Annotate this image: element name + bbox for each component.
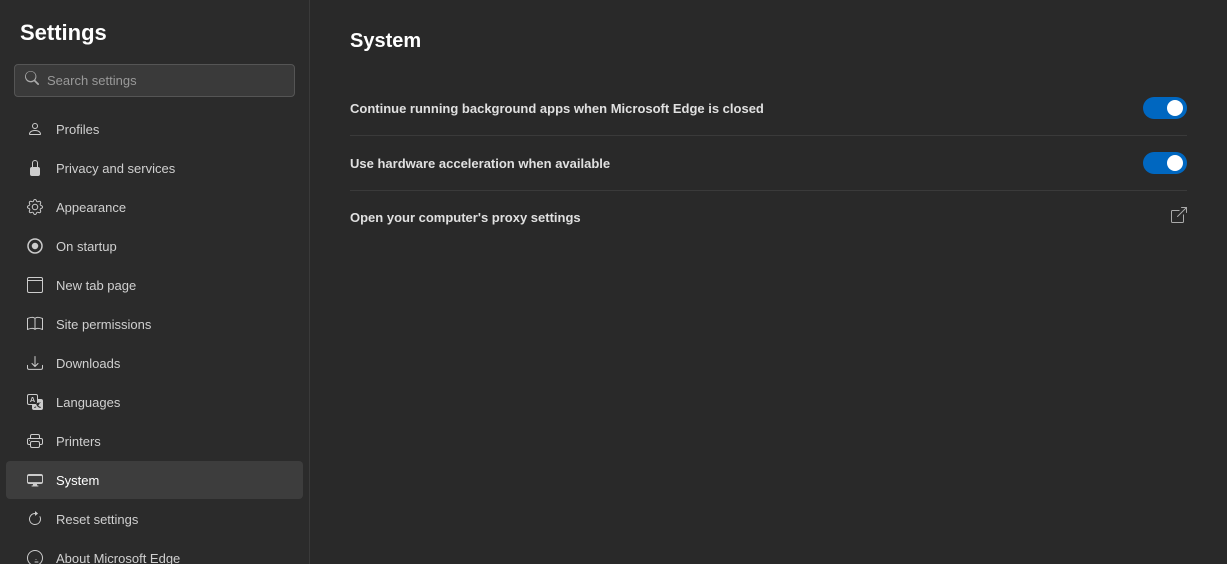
- sidebar-title: Settings: [0, 20, 309, 64]
- newtab-icon: [26, 276, 44, 294]
- sidebar-item-label: System: [56, 473, 99, 488]
- reset-icon: [26, 510, 44, 528]
- download-icon: [26, 354, 44, 372]
- sidebar-item-downloads[interactable]: Downloads: [6, 344, 303, 382]
- sidebar-item-newtab[interactable]: New tab page: [6, 266, 303, 304]
- settings-list: Continue running background apps when Mi…: [350, 81, 1187, 244]
- search-input[interactable]: [47, 73, 284, 88]
- sidebar-item-label: Downloads: [56, 356, 120, 371]
- sidebar-item-reset[interactable]: Reset settings: [6, 500, 303, 538]
- sidebar-item-system[interactable]: System: [6, 461, 303, 499]
- setting-row-proxy-settings: Open your computer's proxy settings: [350, 191, 1187, 244]
- nav-list: Profiles Privacy and services Appearance…: [0, 109, 309, 564]
- search-box[interactable]: [14, 64, 295, 97]
- setting-row-hardware-accel: Use hardware acceleration when available: [350, 136, 1187, 191]
- sidebar-item-profiles[interactable]: Profiles: [6, 110, 303, 148]
- toggle-hardware-accel[interactable]: [1143, 152, 1187, 174]
- sidebar-item-label: Site permissions: [56, 317, 151, 332]
- search-icon: [25, 71, 39, 90]
- sidebar-item-label: Printers: [56, 434, 101, 449]
- external-link-icon-proxy-settings[interactable]: [1171, 207, 1187, 228]
- startup-icon: [26, 237, 44, 255]
- sidebar-item-languages[interactable]: Languages: [6, 383, 303, 421]
- sidebar-item-label: New tab page: [56, 278, 136, 293]
- edge-icon: [26, 549, 44, 564]
- setting-label-proxy-settings: Open your computer's proxy settings: [350, 210, 581, 225]
- lock-icon: [26, 159, 44, 177]
- sidebar-item-label: Profiles: [56, 122, 99, 137]
- printer-icon: [26, 432, 44, 450]
- sidebar-item-siteperm[interactable]: Site permissions: [6, 305, 303, 343]
- main-content: System Continue running background apps …: [310, 0, 1227, 564]
- sidebar-item-onstartup[interactable]: On startup: [6, 227, 303, 265]
- sidebar-item-label: About Microsoft Edge: [56, 551, 180, 564]
- setting-row-background-apps: Continue running background apps when Mi…: [350, 81, 1187, 136]
- setting-label-hardware-accel: Use hardware acceleration when available: [350, 156, 610, 171]
- sidebar-item-privacy[interactable]: Privacy and services: [6, 149, 303, 187]
- person-icon: [26, 120, 44, 138]
- page-title: System: [350, 30, 1187, 53]
- appearance-icon: [26, 198, 44, 216]
- sidebar-item-about[interactable]: About Microsoft Edge: [6, 539, 303, 564]
- toggle-background-apps[interactable]: [1143, 97, 1187, 119]
- system-icon: [26, 471, 44, 489]
- setting-label-background-apps: Continue running background apps when Mi…: [350, 101, 764, 116]
- sidebar-item-label: On startup: [56, 239, 117, 254]
- siteperm-icon: [26, 315, 44, 333]
- sidebar: Settings Profiles Privacy and services A…: [0, 0, 310, 564]
- sidebar-item-label: Privacy and services: [56, 161, 175, 176]
- sidebar-item-label: Reset settings: [56, 512, 138, 527]
- languages-icon: [26, 393, 44, 411]
- sidebar-item-appearance[interactable]: Appearance: [6, 188, 303, 226]
- sidebar-item-printers[interactable]: Printers: [6, 422, 303, 460]
- sidebar-item-label: Languages: [56, 395, 120, 410]
- sidebar-item-label: Appearance: [56, 200, 126, 215]
